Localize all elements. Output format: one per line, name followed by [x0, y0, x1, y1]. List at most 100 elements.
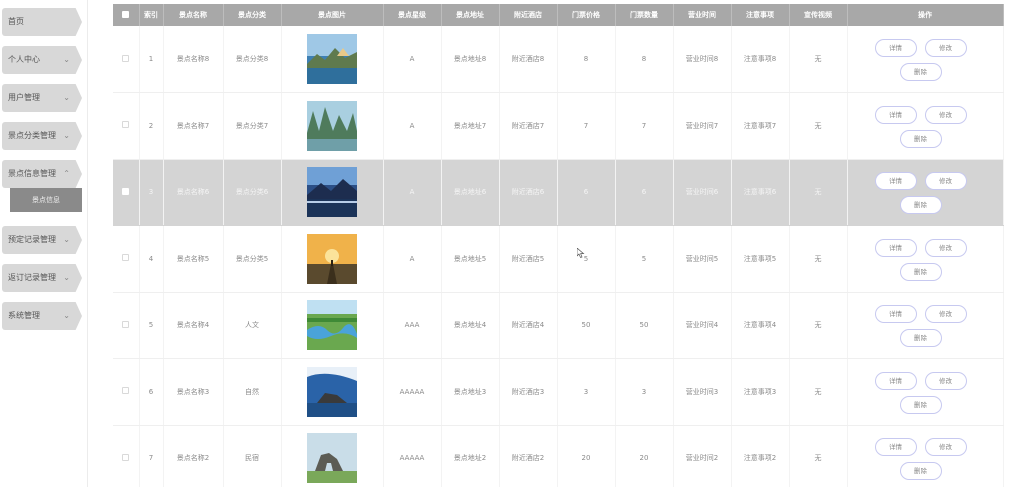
quantity-cell: 50: [615, 292, 674, 359]
sidebar-item-refund-records[interactable]: 返订记录管理 ⌄: [2, 264, 82, 292]
hours-cell: 营业时间3: [673, 358, 732, 426]
actions-cell: 详情 修改删除: [847, 358, 1004, 426]
attraction-table: 索引 景点名称 景点分类 景点图片 景点星级 景点地址 附近酒店 门票价格 门票…: [113, 4, 1004, 487]
name-cell: 景点名称2: [163, 425, 224, 487]
row-checkbox[interactable]: [122, 54, 130, 62]
quantity-cell: 3: [615, 358, 674, 426]
chevron-down-icon: ⌄: [63, 131, 70, 140]
delete-button[interactable]: 删除: [899, 462, 942, 481]
hours-cell: 营业时间5: [673, 225, 732, 293]
chevron-down-icon: ⌄: [63, 235, 70, 244]
image-cell: [281, 292, 384, 359]
delete-button[interactable]: 删除: [899, 63, 942, 81]
price-cell: 3: [557, 358, 616, 426]
mouse-cursor-icon: [577, 248, 585, 258]
sidebar-item-home[interactable]: 首页: [2, 8, 82, 36]
chevron-down-icon: ⌄: [63, 311, 70, 320]
table-row[interactable]: 3 景点名称6 景点分类6 A 景点地址6 附近酒店6 6 6 营业时间6 注意事项6 无详情 修改删…: [113, 159, 1004, 226]
row-checkbox[interactable]: [122, 121, 130, 129]
index-cell: 5: [139, 292, 164, 359]
attraction-image[interactable]: [307, 100, 357, 151]
star-cell: AAAAA: [383, 358, 442, 426]
chevron-down-icon: ⌄: [63, 93, 70, 102]
edit-button[interactable]: 修改: [924, 438, 967, 457]
row-checkbox[interactable]: [122, 453, 130, 461]
attraction-image[interactable]: [307, 433, 357, 484]
sidebar-item-system-management[interactable]: 系统管理 ⌄: [2, 302, 82, 330]
sidebar-item-user-management[interactable]: 用户管理 ⌄: [2, 84, 82, 112]
category-cell: 景点分类5: [223, 225, 282, 293]
table-row[interactable]: 7 景点名称2 民宿 AAAAA 景点地址2 附近酒店2 20 20 营业时间2 注意事项2 无详情…: [113, 425, 1004, 487]
detail-button[interactable]: 详情: [874, 371, 917, 390]
attraction-image[interactable]: [307, 167, 357, 218]
column-header-star: 景点星级: [383, 4, 442, 26]
table-row[interactable]: 2 景点名称7 景点分类7 A 景点地址7 附近酒店7 7 7 营业时间7 注意事项7 无详情 修改删…: [113, 92, 1004, 160]
attraction-image[interactable]: [307, 366, 357, 417]
delete-button[interactable]: 删除: [899, 329, 942, 348]
image-cell: [281, 225, 384, 293]
row-checkbox[interactable]: [122, 320, 130, 328]
quantity-cell: 20: [615, 425, 674, 487]
table-row[interactable]: 4 景点名称5 景点分类5 A 景点地址5 附近酒店5 5 5 营业时间5 注意事项5 无详情 修改删…: [113, 225, 1004, 293]
hotel-cell: 附近酒店3: [499, 358, 558, 426]
notes-cell: 注意事项6: [731, 159, 790, 226]
image-cell: [281, 26, 384, 93]
sidebar-subitem-attraction-info[interactable]: 景点信息: [10, 188, 82, 212]
price-cell: 20: [557, 425, 616, 487]
edit-button[interactable]: 修改: [924, 105, 967, 124]
sidebar-item-attraction-management[interactable]: 景点信息管理 ⌃: [2, 160, 82, 188]
detail-button[interactable]: 详情: [874, 238, 917, 257]
table-row[interactable]: 1 景点名称8 景点分类8 A 景点地址8 附近酒店8 8 8 营业时间8 注意事项8 无详情 修改删…: [113, 26, 1004, 93]
name-cell: 景点名称3: [163, 358, 224, 426]
address-cell: 景点地址8: [441, 26, 500, 93]
image-cell: [281, 159, 384, 226]
hotel-cell: 附近酒店6: [499, 159, 558, 226]
edit-button[interactable]: 修改: [924, 371, 967, 390]
select-all-checkbox[interactable]: [122, 10, 130, 18]
detail-button[interactable]: 详情: [874, 438, 917, 457]
row-checkbox[interactable]: [122, 254, 130, 262]
star-cell: AAAAA: [383, 425, 442, 487]
table-header-row: 索引 景点名称 景点分类 景点图片 景点星级 景点地址 附近酒店 门票价格 门票…: [113, 4, 1004, 26]
name-cell: 景点名称8: [163, 26, 224, 93]
detail-button[interactable]: 详情: [874, 105, 917, 124]
actions-cell: 详情 修改删除: [847, 92, 1004, 160]
sidebar-item-personal-center[interactable]: 个人中心 ⌄: [2, 46, 82, 74]
delete-button[interactable]: 删除: [899, 196, 942, 215]
video-cell: 无: [789, 292, 848, 359]
detail-button[interactable]: 详情: [874, 172, 917, 191]
price-cell: 8: [557, 26, 616, 93]
sidebar-item-booking-records[interactable]: 预定记录管理 ⌄: [2, 226, 82, 254]
detail-button[interactable]: 详情: [874, 39, 917, 57]
column-header-address: 景点地址: [441, 4, 500, 26]
price-cell: 7: [557, 92, 616, 160]
hours-cell: 营业时间2: [673, 425, 732, 487]
actions-cell: 详情 修改删除: [847, 292, 1004, 359]
table-row[interactable]: 6 景点名称3 自然 AAAAA 景点地址3 附近酒店3 3 3 营业时间3 注意事项3 无详情 修改…: [113, 358, 1004, 426]
edit-button[interactable]: 修改: [924, 238, 967, 257]
edit-button[interactable]: 修改: [924, 305, 967, 324]
edit-button[interactable]: 修改: [924, 39, 967, 57]
attraction-image[interactable]: [307, 300, 357, 351]
actions-cell: 详情 修改删除: [847, 26, 1004, 93]
attraction-image[interactable]: [307, 34, 357, 84]
table-row[interactable]: 5 景点名称4 人文 AAA 景点地址4 附近酒店4 50 50 营业时间4 注意事项4 无详情 修改…: [113, 292, 1004, 359]
row-checkbox[interactable]: [122, 387, 130, 395]
delete-button[interactable]: 删除: [899, 262, 942, 281]
delete-button[interactable]: 删除: [899, 395, 942, 414]
edit-button[interactable]: 修改: [924, 172, 967, 191]
sidebar-item-label: 返订记录管理: [8, 273, 56, 282]
column-header-image: 景点图片: [281, 4, 384, 26]
attraction-image[interactable]: [307, 233, 357, 284]
video-cell: 无: [789, 26, 848, 93]
index-cell: 6: [139, 358, 164, 426]
row-select-cell: [113, 292, 140, 359]
row-checkbox[interactable]: [122, 187, 130, 195]
delete-button[interactable]: 删除: [899, 129, 942, 148]
sidebar-item-category-management[interactable]: 景点分类管理 ⌄: [2, 122, 82, 150]
notes-cell: 注意事项7: [731, 92, 790, 160]
detail-button[interactable]: 详情: [874, 305, 917, 324]
select-all-cell: [113, 4, 140, 26]
price-cell: 50: [557, 292, 616, 359]
star-cell: AAA: [383, 292, 442, 359]
